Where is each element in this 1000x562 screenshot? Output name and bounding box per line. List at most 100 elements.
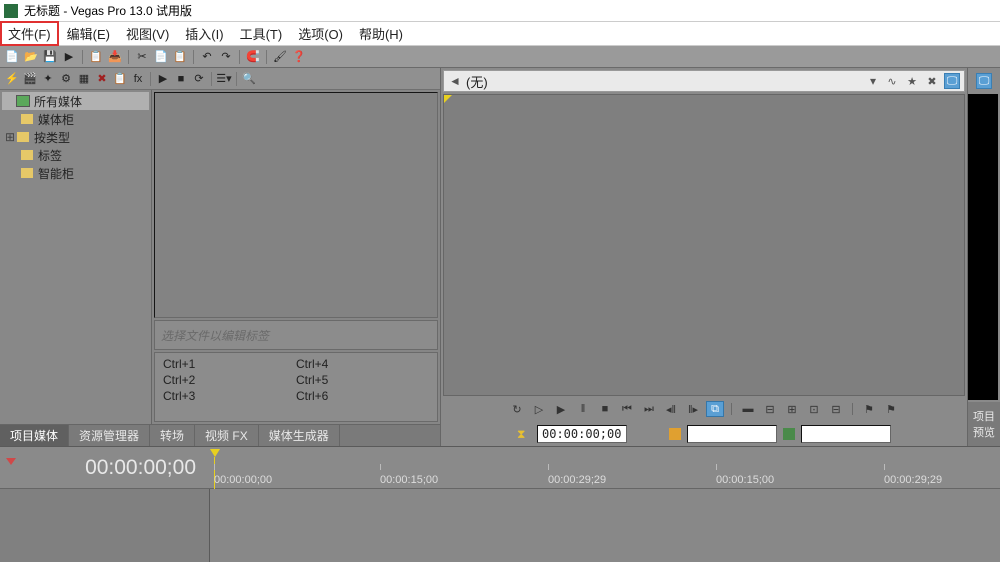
property-icon[interactable]: 📋 — [112, 71, 128, 87]
close-icon[interactable]: ✖ — [924, 73, 940, 89]
grid-icon[interactable]: ▦ — [76, 71, 92, 87]
playhead-icon[interactable] — [210, 449, 220, 457]
tab-transitions[interactable]: 转场 — [150, 425, 195, 446]
open-icon[interactable]: 📂 — [23, 49, 39, 65]
redo-icon[interactable]: ↷ — [218, 49, 234, 65]
tree-by-type[interactable]: ⊞ 按类型 — [2, 128, 149, 146]
monitor-tab-preview[interactable]: 预览 — [973, 424, 995, 440]
toolbar-separator — [211, 72, 212, 86]
tab-video-fx[interactable]: 视频 FX — [195, 425, 259, 446]
tab-project-media[interactable]: 项目媒体 — [0, 425, 69, 446]
flash-icon[interactable]: ⚡ — [4, 71, 20, 87]
play-icon[interactable]: ▶ — [155, 71, 171, 87]
expand-icon[interactable]: ⊞ — [4, 130, 16, 144]
paste-icon[interactable]: 📋 — [172, 49, 188, 65]
shortcuts-box: Ctrl+1 Ctrl+2 Ctrl+3 Ctrl+4 Ctrl+5 Ctrl+… — [154, 352, 438, 422]
loop-icon[interactable]: ↻ — [508, 401, 526, 417]
marker-icon[interactable]: 🖌 — [272, 49, 288, 65]
workspace: ⚡ 🎬 ✦ ⚙ ▦ ✖ 📋 fx ▶ ■ ⟳ ☰▾ 🔍 所有媒体 — [0, 68, 1000, 446]
pause-icon[interactable]: ‖ — [574, 401, 592, 417]
prev-frame-icon[interactable]: ◂‖ — [662, 401, 680, 417]
trimmer-dropdown[interactable]: (无) — [462, 72, 866, 91]
stop-icon[interactable]: ■ — [173, 71, 189, 87]
flag-in-icon[interactable]: ⚑ — [860, 401, 878, 417]
monitor-icon[interactable]: 🖵 — [944, 73, 960, 89]
cursor-timecode[interactable]: 00:00:00;00 — [8, 456, 202, 480]
overlay-icon[interactable]: ⧉ — [706, 401, 724, 417]
flag-out-icon[interactable]: ⚑ — [882, 401, 900, 417]
copy-icon[interactable]: 📄 — [153, 49, 169, 65]
star-icon[interactable]: ✦ — [40, 71, 56, 87]
region-icon[interactable]: ⊞ — [783, 401, 801, 417]
play-icon[interactable]: ▶ — [552, 401, 570, 417]
ruler-tick: 00:00:00;00 — [214, 474, 272, 486]
tab-media-gen[interactable]: 媒体生成器 — [259, 425, 340, 446]
menu-edit[interactable]: 编辑(E) — [59, 21, 118, 46]
menu-help[interactable]: 帮助(H) — [351, 21, 411, 46]
menu-file[interactable]: 文件(F) — [0, 21, 59, 46]
play-start-icon[interactable]: ▷ — [530, 401, 548, 417]
preview-video-area[interactable] — [443, 94, 965, 396]
tree-label: 标签 — [38, 147, 62, 164]
view-icon[interactable]: ☰▾ — [216, 71, 232, 87]
undo-icon[interactable]: ↶ — [199, 49, 215, 65]
video-insert-icon[interactable]: ⊟ — [827, 401, 845, 417]
film-icon[interactable]: 🎬 — [22, 71, 38, 87]
toolbar-separator — [852, 403, 853, 415]
tab-explorer[interactable]: 资源管理器 — [69, 425, 150, 446]
shortcut-label: Ctrl+5 — [296, 373, 429, 387]
title-bar: 无标题 - Vegas Pro 13.0 试用版 — [0, 0, 1000, 22]
delete-icon[interactable]: ✖ — [94, 71, 110, 87]
timeline-ruler[interactable]: 00:00:00;00 00:00:15;00 00:00:29;29 00:0… — [210, 447, 1000, 488]
help-icon[interactable]: ❓ — [291, 49, 307, 65]
ruler-tick: 00:00:29;29 — [548, 474, 606, 486]
track-area[interactable] — [210, 489, 1000, 562]
go-start-icon[interactable]: ⏮ — [618, 401, 636, 417]
stop-icon[interactable]: ■ — [596, 401, 614, 417]
monitor-icon[interactable]: 🖵 — [976, 73, 992, 89]
menu-insert[interactable]: 插入(I) — [177, 21, 231, 46]
timeline-tracks[interactable] — [0, 489, 1000, 562]
properties-icon[interactable]: 📋 — [88, 49, 104, 65]
fx-icon[interactable]: fx — [130, 71, 146, 87]
new-icon[interactable]: 📄 — [4, 49, 20, 65]
menu-tools[interactable]: 工具(T) — [232, 21, 291, 46]
tree-all-media[interactable]: 所有媒体 — [2, 92, 149, 110]
toolbar-separator — [731, 403, 732, 415]
snap-icon[interactable]: 🧲 — [245, 49, 261, 65]
monitor-toolbar: 🖵 — [970, 70, 998, 92]
track-headers[interactable] — [0, 489, 210, 562]
dropdown-arrow-icon[interactable]: ▾ — [866, 74, 880, 88]
menu-options[interactable]: 选项(O) — [290, 21, 351, 46]
ruler-line — [214, 464, 215, 470]
menu-view[interactable]: 视图(V) — [118, 21, 177, 46]
monitor-video[interactable] — [968, 94, 998, 400]
go-end-icon[interactable]: ⏭ — [640, 401, 658, 417]
gear-icon[interactable]: ⚙ — [58, 71, 74, 87]
search-icon[interactable]: 🔍 — [241, 71, 257, 87]
fx-chain-icon[interactable]: ★ — [904, 73, 920, 89]
wave-icon[interactable]: ∿ — [884, 73, 900, 89]
autoplay-icon[interactable]: ⟳ — [191, 71, 207, 87]
cut-icon[interactable]: ✂ — [134, 49, 150, 65]
add-marker-icon[interactable]: ▬ — [739, 401, 757, 417]
in-point-field[interactable] — [687, 425, 777, 443]
nav-prev-icon[interactable]: ◄ — [448, 74, 462, 88]
split-icon[interactable]: ⊟ — [761, 401, 779, 417]
timecode-field[interactable]: 00:00:00;00 — [537, 425, 627, 443]
audio-insert-icon[interactable]: ⊡ — [805, 401, 823, 417]
monitor-tab-project[interactable]: 项目 — [973, 408, 995, 424]
next-frame-icon[interactable]: ‖▸ — [684, 401, 702, 417]
out-point-field[interactable] — [801, 425, 891, 443]
render-icon[interactable]: ▶ — [61, 49, 77, 65]
folder-icon — [20, 149, 34, 161]
save-icon[interactable]: 💾 — [42, 49, 58, 65]
tree-media-bin[interactable]: 媒体柜 — [2, 110, 149, 128]
import-icon[interactable]: 📥 — [107, 49, 123, 65]
tree-smart-bin[interactable]: 智能柜 — [2, 164, 149, 182]
tree-tags[interactable]: 标签 — [2, 146, 149, 164]
media-browse[interactable] — [154, 92, 438, 318]
transport-bar: ↻ ▷ ▶ ‖ ■ ⏮ ⏭ ◂‖ ‖▸ ⧉ ▬ ⊟ ⊞ ⊡ ⊟ ⚑ ⚑ — [443, 398, 965, 420]
toolbar-separator — [193, 50, 194, 64]
menu-bar: 文件(F) 编辑(E) 视图(V) 插入(I) 工具(T) 选项(O) 帮助(H… — [0, 22, 1000, 46]
